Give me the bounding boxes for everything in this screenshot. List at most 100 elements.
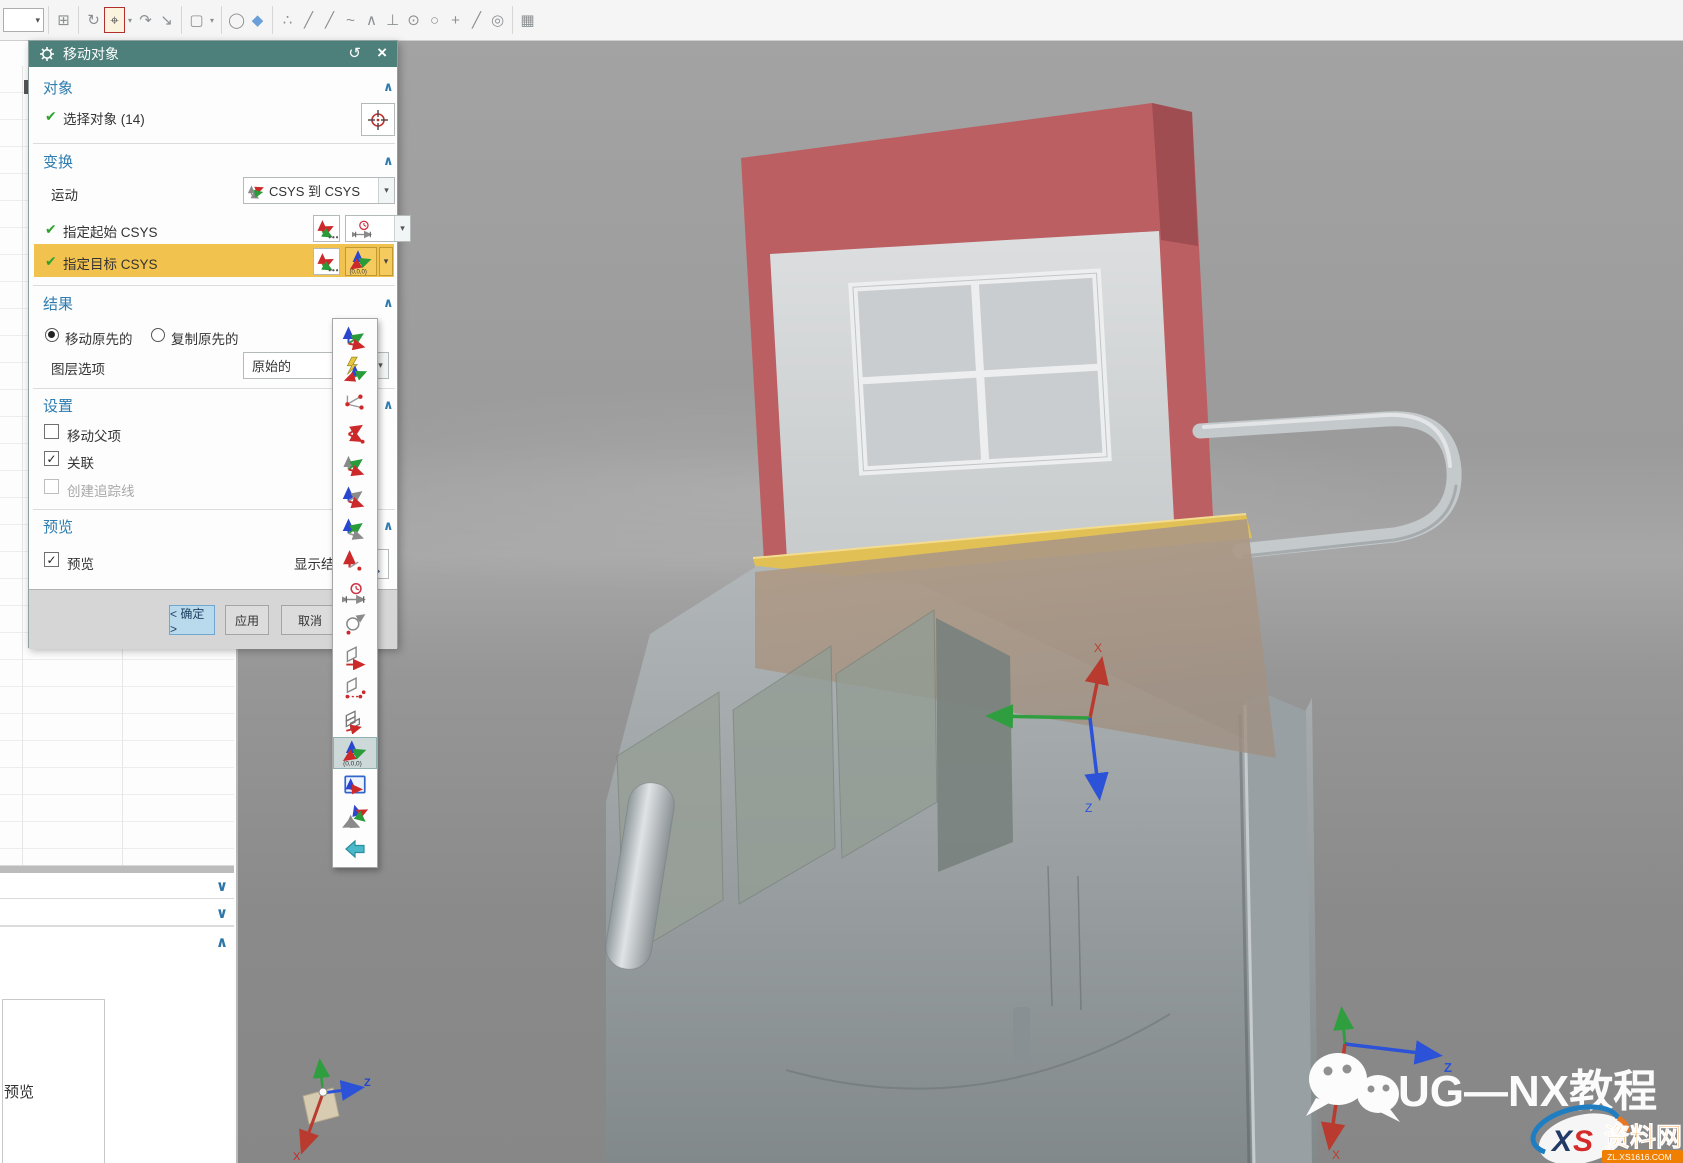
csys-option-plane-xaxis-point-icon[interactable] — [333, 673, 377, 705]
watermark: UG—NX教程 — [1306, 1053, 1657, 1122]
csys-option-point-perpendicular-curve-icon[interactable] — [333, 609, 377, 641]
graphics-viewport[interactable]: X Z Z X Z X — [236, 40, 1683, 1163]
csys-option-plane-and-vector-icon[interactable] — [333, 641, 377, 673]
snap-midpoint-icon[interactable]: ╱ — [319, 6, 340, 34]
start-csys-combo[interactable]: ▾ — [345, 215, 411, 242]
snap-slash-icon[interactable]: ╱ — [466, 6, 487, 34]
preview-panel-label: 预览 — [4, 1081, 34, 1102]
csys-option-back-icon[interactable] — [333, 833, 377, 865]
layer-option-label: 图层选项 — [51, 358, 105, 378]
snap-circle-icon[interactable]: ○ — [424, 6, 445, 34]
nx-application-window: ▾ ⊞ ↻ ⌖ ▾ ↷ ↘ ▢ ▾ ◯ ◆ ∴ ╱ ╱ ~ ∧ ⊥ ⊙ ○ + … — [0, 0, 1683, 1163]
csys-option-zaxis-origin-icon[interactable] — [333, 545, 377, 577]
csys-option-xaxis-yaxis-origin-icon[interactable] — [333, 449, 377, 481]
snap-axis-icon[interactable]: ⊥ — [382, 6, 403, 34]
collapse-settings-icon[interactable]: ∧ — [383, 397, 394, 413]
check-icon: ✔ — [45, 253, 57, 270]
create-traceline-checkbox — [44, 479, 59, 494]
chevron-up-icon[interactable]: ∧ — [216, 933, 228, 951]
chevron-down-icon[interactable]: ∨ — [216, 877, 228, 895]
snap-endpoint-icon[interactable]: ╱ — [298, 6, 319, 34]
origin-label: (0,0,0) — [343, 760, 362, 767]
snap-spline-icon[interactable]: ~ — [340, 6, 361, 34]
create-traceline-label: 创建追踪线 — [67, 480, 135, 500]
collapsed-group-row[interactable]: ∨ — [0, 873, 234, 899]
csys-option-current-view-csys-icon[interactable] — [333, 769, 377, 801]
paste-special-icon[interactable]: ↷ — [135, 6, 156, 34]
check-icon: ✔ — [45, 108, 57, 125]
chevron-down-icon[interactable]: ∨ — [216, 904, 228, 922]
absolute-csys-icon: (0,0,0) — [349, 249, 373, 275]
work-box-icon[interactable]: ◆ — [247, 6, 268, 34]
snap-pole-icon[interactable]: ∧ — [361, 6, 382, 34]
move-parent-checkbox[interactable] — [44, 424, 59, 439]
csys-option-zaxis-yaxis-origin-icon[interactable] — [333, 513, 377, 545]
associative-label: 关联 — [67, 452, 94, 472]
collapsed-group-row[interactable]: ∨ — [0, 900, 234, 926]
collapse-transform-icon[interactable]: ∧ — [383, 153, 394, 169]
origin-label: (0,0,0) — [350, 269, 367, 275]
ok-button[interactable]: < 确定 > — [169, 605, 215, 635]
shaded-view-icon[interactable]: ◯ — [226, 6, 247, 34]
start-csys-label: 指定起始 CSYS — [63, 221, 158, 241]
select-dropdown-icon[interactable]: ▾ — [207, 6, 217, 34]
logo-s: S — [1573, 1125, 1593, 1158]
target-csys-dropdown-icon[interactable]: ▾ — [379, 247, 393, 276]
csys-option-xaxis-yaxis-icon[interactable] — [333, 417, 377, 449]
dialog-close-icon[interactable]: × — [377, 43, 387, 63]
logo-x: X — [1550, 1125, 1574, 1158]
copy-original-radio[interactable] — [151, 328, 165, 342]
target-csys-combo[interactable]: (0,0,0) — [345, 247, 377, 276]
csys-dialog-icon — [316, 251, 338, 273]
transform-icon[interactable]: ↘ — [156, 6, 177, 34]
snap-point-icon[interactable]: ∴ — [277, 6, 298, 34]
view-style-combo[interactable]: ▾ — [3, 8, 44, 32]
preview-checkbox[interactable]: ✓ — [44, 552, 59, 567]
select-rect-icon[interactable]: ▢ — [186, 6, 207, 34]
logo-url: ZL.XS1616.COM — [1607, 1152, 1672, 1162]
csys-option-three-planes-icon[interactable] — [333, 705, 377, 737]
move-parent-label: 移动父项 — [67, 425, 121, 445]
csys-option-zaxis-xaxis-origin-icon[interactable] — [333, 481, 377, 513]
snap-intersection-icon[interactable]: + — [445, 6, 466, 34]
apply-button[interactable]: 应用 — [225, 605, 269, 635]
csys-option-origin-xpoint-ypoint-icon[interactable] — [333, 385, 377, 417]
dialog-titlebar[interactable]: 移动对象 ↺ × — [29, 41, 397, 67]
associative-checkbox[interactable]: ✓ — [44, 451, 59, 466]
point-dropdown-icon[interactable]: ▾ — [125, 6, 135, 34]
collapse-result-icon[interactable]: ∧ — [383, 295, 394, 311]
crosshair-icon — [366, 108, 390, 132]
snap-face-icon[interactable]: ◎ — [487, 6, 508, 34]
wechat-icon — [1306, 1053, 1400, 1122]
gear-icon — [39, 46, 55, 62]
dialog-reset-icon[interactable]: ↺ — [348, 44, 361, 62]
point-constructor-icon[interactable]: ⌖ — [104, 7, 125, 33]
csys-option-inferred-icon[interactable] — [333, 353, 377, 385]
collapse-preview-icon[interactable]: ∧ — [383, 518, 394, 534]
start-csys-dropdown-icon[interactable]: ▾ — [394, 216, 410, 241]
object-section-title: 对象 — [43, 77, 73, 98]
snap-center-icon[interactable]: ⊙ — [403, 6, 424, 34]
collapse-object-icon[interactable]: ∧ — [383, 79, 394, 95]
csys-option-object-csys-icon[interactable] — [333, 577, 377, 609]
cancel-button[interactable]: 取消 — [281, 605, 339, 635]
start-csys-dialog-button[interactable] — [313, 215, 340, 242]
target-csys-dialog-button[interactable] — [313, 248, 340, 275]
toolbar-separator — [48, 6, 49, 34]
toolbar-separator — [272, 6, 273, 34]
grid-icon[interactable]: ▦ — [517, 6, 538, 34]
csys-option-absolute-csys-icon[interactable]: (0,0,0) — [333, 737, 377, 769]
csys-option-offset-csys-icon[interactable] — [333, 801, 377, 833]
layer-option-value: 原始的 — [252, 356, 291, 375]
part-family-icon[interactable]: ⊞ — [53, 6, 74, 34]
motion-combo[interactable]: CSYS 到 CSYS ▾ — [243, 177, 395, 204]
motion-dropdown-icon[interactable]: ▾ — [378, 178, 394, 203]
toolbar-separator — [181, 6, 182, 34]
select-object-button[interactable] — [361, 103, 395, 136]
move-original-radio[interactable] — [45, 328, 59, 342]
check-icon: ✔ — [45, 221, 57, 238]
move-object-icon[interactable]: ↻ — [83, 6, 104, 34]
model-scene: X Z Z X Z X — [236, 40, 1683, 1163]
csys-option-dynamic-icon[interactable] — [333, 321, 377, 353]
show-result-label: 显示结 — [294, 553, 335, 573]
